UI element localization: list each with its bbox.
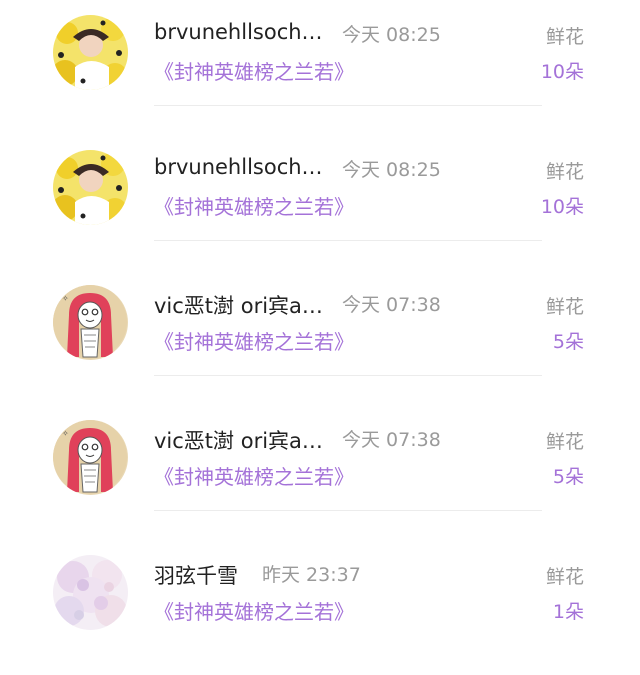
gift-time: 今天 07:38 [342, 429, 441, 451]
row-divider [154, 375, 542, 376]
pastel-floral-icon [53, 555, 128, 630]
book-title-link[interactable]: 《封神英雄榜之兰若》 [154, 56, 354, 85]
gift-time: 今天 08:25 [342, 159, 441, 181]
user-name[interactable]: brvunehllsoch… [154, 20, 323, 44]
user-name[interactable]: brvunehllsoch… [154, 155, 323, 179]
gift-time: 今天 07:38 [342, 294, 441, 316]
user-name[interactable]: vic恶t澍 ori宾a… [154, 290, 323, 320]
gift-time: 今天 08:25 [342, 24, 441, 46]
user-avatar[interactable]: ✧ [53, 420, 128, 495]
book-title-link[interactable]: 《封神英雄榜之兰若》 [154, 191, 354, 220]
book-title-link[interactable]: 《封神英雄榜之兰若》 [154, 326, 354, 355]
user-avatar[interactable] [53, 555, 128, 630]
gift-type-label: 鲜花 [545, 296, 584, 318]
user-name[interactable]: 羽弦千雪 [154, 560, 238, 590]
user-name[interactable]: vic恶t澍 ori宾a… [154, 425, 323, 455]
user-avatar[interactable]: ✧ [53, 285, 128, 360]
gift-record-row[interactable]: brvunehllsoch… 今天 08:25 《封神英雄榜之兰若》 鲜花 10… [0, 135, 640, 270]
gift-record-row[interactable]: 羽弦千雪 昨天 23:37 《封神英雄榜之兰若》 鲜花 1朵 [0, 540, 640, 675]
gift-record-row[interactable]: ✧ vic恶t澍 ori宾a… 今天 07:38 《封神英雄榜之兰若》 鲜花 5… [0, 270, 640, 405]
gift-type-label: 鲜花 [545, 26, 584, 48]
yellow-flower-portrait-icon [53, 150, 128, 225]
row-divider [154, 240, 542, 241]
gift-type-label: 鲜花 [545, 161, 584, 183]
gift-type-label: 鲜花 [545, 431, 584, 453]
gift-count: 1朵 [552, 601, 584, 623]
gift-count: 5朵 [552, 331, 584, 353]
gift-count: 10朵 [540, 61, 584, 83]
gift-count: 5朵 [552, 466, 584, 488]
gift-type-label: 鲜花 [545, 566, 584, 588]
row-divider [154, 105, 542, 106]
user-avatar[interactable] [53, 150, 128, 225]
book-title-link[interactable]: 《封神英雄榜之兰若》 [154, 596, 354, 625]
red-haired-cartoon-icon: ✧ [53, 285, 128, 360]
gift-count: 10朵 [540, 196, 584, 218]
user-avatar[interactable] [53, 15, 128, 90]
svg-text:✧: ✧ [62, 429, 69, 438]
gift-record-row[interactable]: ✧ vic恶t澍 ori宾a… 今天 07:38 《封神英雄榜之兰若》 鲜花 5… [0, 405, 640, 540]
svg-text:✧: ✧ [62, 294, 69, 303]
gift-record-row[interactable]: brvunehllsoch… 今天 08:25 《封神英雄榜之兰若》 鲜花 10… [0, 0, 640, 135]
book-title-link[interactable]: 《封神英雄榜之兰若》 [154, 461, 354, 490]
yellow-flower-portrait-icon [53, 15, 128, 90]
row-divider [154, 510, 542, 511]
gift-time: 昨天 23:37 [262, 564, 361, 586]
red-haired-cartoon-icon: ✧ [53, 420, 128, 495]
gift-record-list: brvunehllsoch… 今天 08:25 《封神英雄榜之兰若》 鲜花 10… [0, 0, 640, 646]
